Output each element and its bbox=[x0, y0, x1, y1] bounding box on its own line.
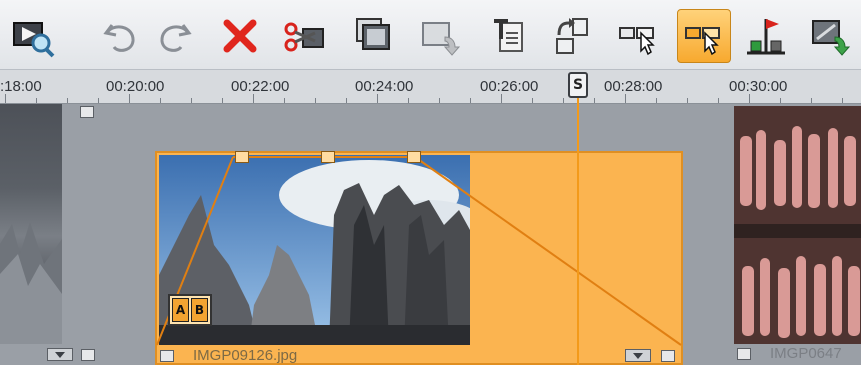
film-search-icon bbox=[13, 22, 55, 58]
keyframe-handle[interactable] bbox=[235, 151, 249, 163]
stacked-frames-icon bbox=[356, 18, 390, 50]
ruler-tick bbox=[532, 98, 533, 103]
clip-handle[interactable] bbox=[81, 349, 95, 361]
ruler-tick bbox=[470, 98, 471, 103]
move-left-mode-button[interactable] bbox=[611, 9, 665, 63]
clip-properties-button[interactable] bbox=[413, 9, 467, 63]
ruler-tick bbox=[346, 98, 347, 103]
text-document-icon bbox=[494, 19, 523, 52]
keyframe-handle[interactable] bbox=[407, 151, 421, 163]
ruler-tick bbox=[36, 98, 37, 103]
export-button[interactable] bbox=[803, 9, 857, 63]
ruler-label: 00:26:00 bbox=[480, 78, 539, 95]
timeline-ruler[interactable]: :18:00 00:20:00 00:22:00 00:24:00 00:26:… bbox=[0, 70, 861, 104]
ruler-tick bbox=[253, 94, 254, 103]
frame-green-arrow-icon bbox=[812, 20, 851, 56]
clip-filename: IMGP0647 bbox=[770, 345, 842, 362]
ruler-tick bbox=[780, 98, 781, 103]
ruler-tick bbox=[718, 98, 719, 103]
crowd-thumbnail-image bbox=[734, 106, 861, 344]
ruler-label: 00:30:00 bbox=[729, 78, 788, 95]
ruler-label: 00:28:00 bbox=[604, 78, 663, 95]
transition-a-label: A bbox=[172, 298, 189, 322]
ruler-tick bbox=[687, 98, 688, 103]
move-right-mode-button[interactable] bbox=[677, 9, 731, 63]
video-track[interactable]: IMGP09126.jpg IMGP0647 bbox=[0, 104, 861, 365]
ruler-tick bbox=[160, 98, 161, 103]
clip-filename: IMGP09126.jpg bbox=[193, 347, 298, 364]
scene-detect-button[interactable] bbox=[6, 9, 60, 63]
undo-button[interactable] bbox=[94, 9, 148, 63]
ruler-tick bbox=[408, 98, 409, 103]
delete-x-icon bbox=[223, 19, 257, 53]
ruler-tick bbox=[284, 98, 285, 103]
delete-button[interactable] bbox=[213, 9, 267, 63]
flag-marker-icon bbox=[747, 19, 785, 55]
title-button[interactable] bbox=[482, 9, 536, 63]
transition-b-label: B bbox=[191, 298, 208, 322]
ruler-tick bbox=[656, 98, 657, 103]
ruler-label: :18:00 bbox=[0, 78, 42, 95]
undo-icon bbox=[103, 24, 135, 52]
clip-thumbnail bbox=[0, 104, 62, 344]
clip-handle[interactable] bbox=[661, 350, 675, 362]
clip-menu-button[interactable] bbox=[47, 348, 73, 361]
playhead-line[interactable] bbox=[577, 96, 579, 365]
clip-handle[interactable] bbox=[160, 350, 174, 362]
clip-cursor-icon bbox=[685, 27, 720, 56]
clip-left[interactable] bbox=[0, 104, 98, 365]
ruler-tick bbox=[129, 94, 130, 103]
transition-curve bbox=[156, 156, 682, 346]
ruler-tick bbox=[563, 98, 564, 103]
ruler-tick bbox=[98, 98, 99, 103]
ruler-tick bbox=[222, 98, 223, 103]
snapshot-button[interactable] bbox=[545, 9, 599, 63]
toolbar bbox=[0, 0, 861, 70]
frame-rotate-icon bbox=[556, 18, 588, 54]
ruler-tick bbox=[67, 98, 68, 103]
rock-thumbnail-image bbox=[0, 222, 62, 344]
clip-handle[interactable] bbox=[737, 348, 751, 360]
ruler-tick bbox=[191, 98, 192, 103]
clip-cursor-icon bbox=[619, 27, 655, 56]
ruler-tick bbox=[811, 98, 812, 103]
ruler-tick bbox=[439, 98, 440, 103]
clip-selected[interactable]: IMGP09126.jpg bbox=[155, 151, 683, 365]
redo-button[interactable] bbox=[147, 9, 201, 63]
clip-handle[interactable] bbox=[80, 106, 94, 118]
clip-menu-button[interactable] bbox=[625, 349, 651, 362]
ruler-label: 00:22:00 bbox=[231, 78, 290, 95]
copy-clip-button[interactable] bbox=[347, 9, 401, 63]
split-clip-button[interactable] bbox=[277, 9, 331, 63]
ruler-tick bbox=[5, 94, 6, 103]
scissors-icon bbox=[284, 22, 324, 52]
clip-thumbnail bbox=[734, 106, 861, 344]
playhead-marker[interactable]: S bbox=[568, 72, 588, 98]
clip-right[interactable]: IMGP0647 bbox=[730, 104, 861, 365]
ruler-tick bbox=[842, 98, 843, 103]
marker-button[interactable] bbox=[739, 9, 793, 63]
ruler-tick bbox=[377, 94, 378, 103]
ruler-label: 00:20:00 bbox=[106, 78, 165, 95]
ruler-tick bbox=[315, 98, 316, 103]
ruler-label: 00:24:00 bbox=[355, 78, 414, 95]
ruler-tick bbox=[501, 94, 502, 103]
ruler-tick bbox=[625, 94, 626, 103]
ruler-tick bbox=[749, 94, 750, 103]
clip-arrow-icon bbox=[422, 22, 461, 56]
transition-ab-icon[interactable]: A B bbox=[168, 294, 212, 326]
redo-icon bbox=[160, 24, 192, 52]
ruler-tick bbox=[594, 98, 595, 103]
keyframe-handle[interactable] bbox=[321, 151, 335, 163]
